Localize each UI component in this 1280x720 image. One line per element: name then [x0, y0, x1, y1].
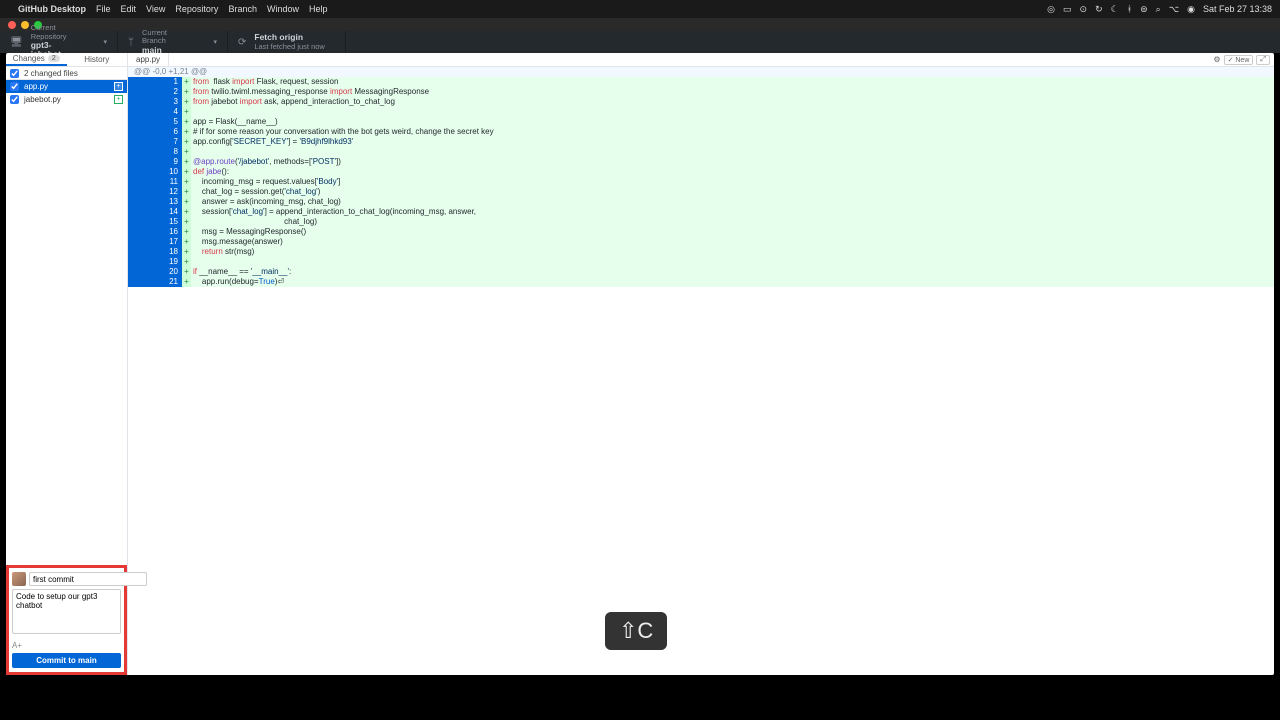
- commit-summary-input[interactable]: [29, 572, 147, 586]
- chevron-down-icon: ▾: [103, 38, 107, 46]
- app-toolbar: 🖥 Current Repository gpt3-jabebot ▾ ᛘ Cu…: [0, 31, 1280, 53]
- menu-repository[interactable]: Repository: [175, 4, 218, 14]
- sync-icon: ⟳: [238, 37, 246, 48]
- keystroke-overlay: ⇧C: [605, 612, 667, 650]
- diff-line[interactable]: 18+ return str(msg): [128, 247, 1274, 257]
- diff-line[interactable]: 13+ answer = ask(incoming_msg, chat_log): [128, 197, 1274, 207]
- menu-view[interactable]: View: [146, 4, 165, 14]
- commit-form: Code to setup our gpt3 chatbot A+ Commit…: [6, 565, 127, 675]
- added-icon: +: [114, 82, 123, 91]
- changes-count-badge: 2: [48, 55, 60, 62]
- diff-line[interactable]: 9+@app.route('/jabebot', methods=['POST'…: [128, 157, 1274, 167]
- diff-line[interactable]: 14+ session['chat_log'] = append_interac…: [128, 207, 1274, 217]
- diff-hunk-header: @@ -0,0 +1,21 @@: [128, 67, 1274, 77]
- diff-pane: app.py ⚙ ✓ New ⤢ @@ -0,0 +1,21 @@ 1+from…: [128, 53, 1274, 675]
- coauthor-button[interactable]: A+: [12, 641, 121, 650]
- menu-file[interactable]: File: [96, 4, 111, 14]
- diff-line[interactable]: 20+if __name__ == '__main__':: [128, 267, 1274, 277]
- fetch-origin-button[interactable]: ⟳ Fetch origin Last fetched just now: [228, 31, 346, 53]
- diff-line[interactable]: 2+from twilio.twiml.messaging_response i…: [128, 87, 1274, 97]
- chevron-down-icon: ▾: [213, 38, 217, 46]
- diff-line[interactable]: 21+ app.run(debug=True)⏎: [128, 277, 1274, 287]
- diff-line[interactable]: 15+ chat_log): [128, 217, 1274, 227]
- diff-line[interactable]: 7+app.config['SECRET_KEY'] = 'B9djhf9lhk…: [128, 137, 1274, 147]
- menu-branch[interactable]: Branch: [228, 4, 257, 14]
- siri-icon[interactable]: ◉: [1187, 4, 1195, 15]
- current-branch-dropdown[interactable]: ᛘ Current Branch main ▾: [118, 31, 228, 53]
- file-row[interactable]: app.py +: [6, 80, 127, 93]
- commit-description-input[interactable]: Code to setup our gpt3 chatbot: [12, 589, 121, 634]
- gear-icon[interactable]: ⚙: [1213, 55, 1220, 64]
- tab-history[interactable]: History: [67, 53, 128, 66]
- diff-view[interactable]: @@ -0,0 +1,21 @@ 1+from flask import Fla…: [128, 67, 1274, 675]
- file-tab-bar: app.py ⚙ ✓ New ⤢: [128, 53, 1274, 67]
- diff-line[interactable]: 19+: [128, 257, 1274, 267]
- tab-changes[interactable]: Changes 2: [6, 53, 67, 66]
- diff-line[interactable]: 5+app = Flask(__name__): [128, 117, 1274, 127]
- file-checkbox[interactable]: [10, 82, 19, 91]
- avatar: [12, 572, 26, 586]
- diff-line[interactable]: 17+ msg.message(answer): [128, 237, 1274, 247]
- desktop-icon: 🖥: [10, 37, 23, 48]
- control-center-icon[interactable]: ⌥: [1169, 4, 1179, 15]
- file-name: jabebot.py: [24, 95, 61, 104]
- diff-line[interactable]: 1+from flask import Flask, request, sess…: [128, 77, 1274, 87]
- changes-header[interactable]: 2 changed files: [6, 67, 127, 80]
- commit-button[interactable]: Commit to main: [12, 653, 121, 668]
- menu-edit[interactable]: Edit: [121, 4, 137, 14]
- diff-line[interactable]: 16+ msg = MessagingResponse(): [128, 227, 1274, 237]
- moon-icon[interactable]: ☾: [1111, 4, 1119, 15]
- current-repository-dropdown[interactable]: 🖥 Current Repository gpt3-jabebot ▾: [0, 31, 118, 53]
- dock-area: [0, 675, 1280, 720]
- wifi-icon[interactable]: ⊜: [1140, 4, 1148, 15]
- diff-line[interactable]: 12+ chat_log = session.get('chat_log'): [128, 187, 1274, 197]
- added-icon: +: [114, 95, 123, 104]
- select-all-checkbox[interactable]: [10, 69, 19, 78]
- menu-window[interactable]: Window: [267, 4, 299, 14]
- status-icon[interactable]: ◎: [1047, 4, 1055, 15]
- window-titlebar: [0, 18, 1280, 31]
- file-tab[interactable]: app.py: [128, 53, 169, 66]
- new-badge[interactable]: ✓ New: [1224, 55, 1254, 65]
- diff-line[interactable]: 3+from jabebot import ask, append_intera…: [128, 97, 1274, 107]
- content-area: Changes 2 History 2 changed files app.py…: [6, 53, 1274, 675]
- git-branch-icon: ᛘ: [128, 37, 134, 48]
- diff-line[interactable]: 10+def jabe():: [128, 167, 1274, 177]
- sidebar: Changes 2 History 2 changed files app.py…: [6, 53, 128, 675]
- macos-menubar: GitHub Desktop File Edit View Repository…: [0, 0, 1280, 18]
- app-name[interactable]: GitHub Desktop: [18, 4, 86, 14]
- clock[interactable]: Sat Feb 27 13:38: [1203, 4, 1272, 14]
- diff-line[interactable]: 4+: [128, 107, 1274, 117]
- status-icon[interactable]: ⊙: [1080, 4, 1088, 15]
- bluetooth-icon[interactable]: ᚼ: [1127, 4, 1132, 14]
- status-icon[interactable]: ↻: [1095, 4, 1103, 15]
- file-name: app.py: [24, 82, 48, 91]
- file-checkbox[interactable]: [10, 95, 19, 104]
- expand-icon[interactable]: ⤢: [1256, 55, 1270, 65]
- minimize-window-icon[interactable]: [21, 21, 29, 29]
- diff-line[interactable]: 11+ incoming_msg = request.values['Body'…: [128, 177, 1274, 187]
- status-icon[interactable]: ▭: [1063, 4, 1072, 15]
- diff-line[interactable]: 8+: [128, 147, 1274, 157]
- diff-line[interactable]: 6+# if for some reason your conversation…: [128, 127, 1274, 137]
- search-icon[interactable]: ⌕: [1156, 4, 1161, 15]
- file-row[interactable]: jabebot.py +: [6, 93, 127, 106]
- menu-help[interactable]: Help: [309, 4, 328, 14]
- close-window-icon[interactable]: [8, 21, 16, 29]
